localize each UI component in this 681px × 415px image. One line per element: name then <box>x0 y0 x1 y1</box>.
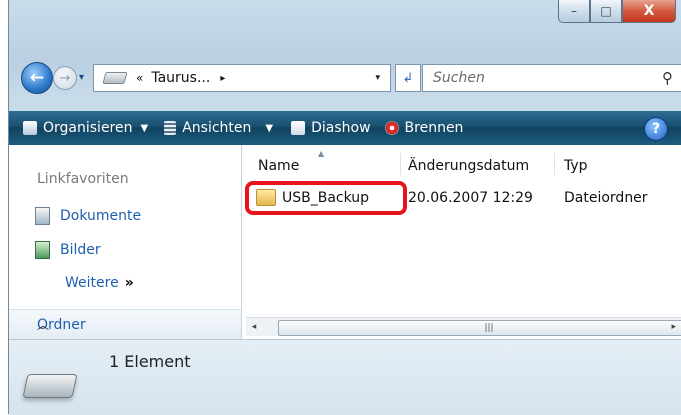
more-label: Weitere <box>65 275 119 291</box>
file-date: 20.06.2007 12:29 <box>408 190 533 206</box>
burn-label: Brennen <box>404 120 464 136</box>
chevron-down-icon: ▼ <box>265 122 274 134</box>
close-button[interactable]: X <box>622 0 676 23</box>
organize-icon <box>23 121 37 135</box>
search-box: ⚲ <box>422 64 681 92</box>
horizontal-scrollbar[interactable]: ◂ ||| ▸ <box>246 317 681 336</box>
slideshow-icon <box>291 121 306 135</box>
column-divider[interactable] <box>554 153 555 175</box>
chevron-down-icon: ▼ <box>140 122 149 134</box>
column-name[interactable]: Name <box>258 158 299 174</box>
organize-label: Organisieren <box>43 120 133 136</box>
refresh-icon: ↲ <box>402 70 414 86</box>
column-headers: ▲ Name Änderungsdatum Typ <box>242 145 681 175</box>
breadcrumb-taurus[interactable]: Taurus... <box>151 70 210 86</box>
column-divider[interactable] <box>400 153 401 175</box>
views-icon <box>164 121 177 135</box>
drive-icon <box>102 72 128 84</box>
sort-arrow-icon: ▲ <box>318 149 325 158</box>
nav-item-pictures[interactable]: Bilder <box>35 241 101 259</box>
scroll-right-icon[interactable]: ▸ <box>671 322 676 332</box>
column-type[interactable]: Typ <box>564 158 588 174</box>
maximize-button[interactable]: □ <box>590 0 622 23</box>
minimize-icon: – <box>571 4 577 18</box>
double-chevron-icon: » <box>124 275 134 291</box>
forward-button[interactable]: → <box>53 66 77 90</box>
burn-button[interactable]: Brennen <box>384 120 464 136</box>
details-pane: 1 Element <box>9 339 681 415</box>
minimize-button[interactable]: – <box>558 0 590 23</box>
favorites-heading: Linkfavoriten <box>37 171 129 187</box>
help-button[interactable]: ? <box>644 117 668 141</box>
caption-buttons: – □ X <box>558 0 676 34</box>
documents-icon <box>35 207 50 225</box>
file-type: Dateiordner <box>564 190 648 206</box>
search-icon[interactable]: ⚲ <box>662 69 673 87</box>
organize-button[interactable]: Organisieren ▼ <box>23 120 148 136</box>
chevron-up-icon[interactable]: ︿ <box>37 316 229 333</box>
help-icon: ? <box>651 121 661 137</box>
pictures-icon <box>35 241 50 259</box>
item-count: 1 Element <box>109 352 191 371</box>
close-icon: X <box>643 3 655 19</box>
recent-pages-dropdown[interactable]: ▾ <box>79 72 84 83</box>
navigation-pane: Linkfavoriten Dokumente Bilder Weitere» … <box>9 145 242 340</box>
drive-icon <box>22 374 78 398</box>
path-prefix[interactable]: « <box>136 71 143 85</box>
nav-item-label: Dokumente <box>60 208 142 224</box>
views-label: Ansichten <box>182 120 252 136</box>
nav-more-link[interactable]: Weitere » <box>65 275 134 291</box>
nav-item-label: Bilder <box>60 242 101 258</box>
address-bar[interactable]: « Taurus... ▸ ▾ <box>93 64 391 92</box>
column-date[interactable]: Änderungsdatum <box>408 158 529 174</box>
file-list: ▲ Name Änderungsdatum Typ USB_Backup 20.… <box>242 145 681 339</box>
explorer-window: – □ X ← → ▾ « Taurus... ▸ ▾ ↲ ⚲ Organisi… <box>8 0 681 415</box>
command-bar: Organisieren ▼ Ansichten ▼ Diashow Brenn… <box>9 111 681 145</box>
forward-arrow-icon: → <box>59 70 71 86</box>
nav-item-documents[interactable]: Dokumente <box>35 207 141 225</box>
scrollbar-thumb[interactable]: ||| <box>278 320 681 336</box>
address-dropdown-icon[interactable]: ▾ <box>375 73 380 83</box>
address-row: ← → ▾ « Taurus... ▸ ▾ ↲ ⚲ <box>9 58 681 94</box>
search-input[interactable] <box>431 69 635 87</box>
views-button[interactable]: Ansichten ▼ <box>164 120 273 136</box>
scroll-left-icon[interactable]: ◂ <box>246 322 262 332</box>
red-highlight-box <box>245 181 407 215</box>
grip-icon: ||| <box>484 323 494 333</box>
back-button[interactable]: ← <box>21 62 53 94</box>
burn-icon <box>384 121 399 135</box>
breadcrumb-arrow-icon[interactable]: ▸ <box>220 73 225 84</box>
refresh-button[interactable]: ↲ <box>395 64 421 92</box>
folders-header[interactable]: Ordner ︿ <box>9 309 241 340</box>
slideshow-label: Diashow <box>311 120 371 136</box>
maximize-icon: □ <box>600 4 612 18</box>
slideshow-button[interactable]: Diashow <box>291 120 371 136</box>
back-arrow-icon: ← <box>29 68 45 88</box>
